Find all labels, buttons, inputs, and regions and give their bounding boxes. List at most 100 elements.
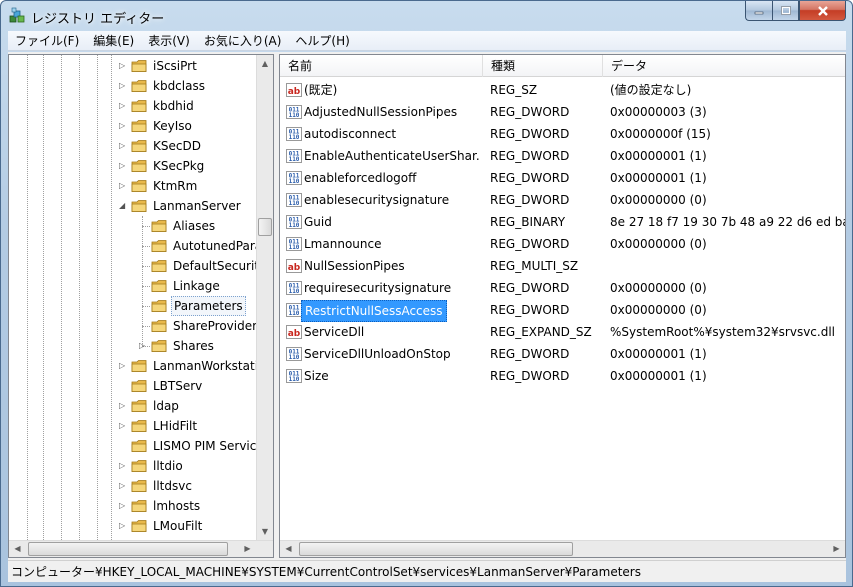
expand-arrow-icon[interactable]: ▷ [119,462,127,470]
tree-item-label: LISMO PIM Service [153,439,264,453]
tree-item-label: kbdclass [153,79,205,93]
expand-arrow-icon[interactable]: ▷ [119,502,127,510]
list-item[interactable]: 011 110 EnableAuthenticateUserShar... REG_D… [280,145,845,167]
tree-item[interactable]: ▷ lmhosts [9,496,269,516]
scroll-left-arrow-icon[interactable]: ◀ [280,541,297,557]
expand-arrow-icon[interactable]: ▷ [119,102,127,110]
scroll-left-arrow-icon[interactable]: ◀ [9,541,26,557]
list-item[interactable]: 011 110 enablesecuritysignature REG_DWORD 0x… [280,189,845,211]
tree-item[interactable]: LISMO PIM Service [9,436,269,456]
tree-item[interactable]: ▷ KeyIso [9,116,269,136]
expand-arrow-icon[interactable]: ▷ [119,82,127,90]
value-name: Guid [304,215,332,229]
list-item[interactable]: ab ServiceDll REG_EXPAND_SZ %SystemRoot%¥sy… [280,321,845,343]
minimize-button[interactable] [745,1,772,21]
tree-item[interactable]: ▷ kbdhid [9,96,269,116]
menu-edit[interactable]: 編集(E) [86,31,141,51]
tree-item[interactable]: ▷ kbdclass [9,76,269,96]
tree-item[interactable]: DefaultSecurity [9,256,269,276]
svg-text:ab: ab [288,263,301,273]
menu-help[interactable]: ヘルプ(H) [288,31,356,51]
value-data: 0x00000000 (0) [610,237,707,251]
value-data: 0x00000001 (1) [610,149,707,163]
expand-arrow-icon[interactable]: ▷ [119,522,127,530]
expand-arrow-icon[interactable]: ▷ [119,422,127,430]
tree-item[interactable]: Aliases [9,216,269,236]
menu-view[interactable]: 表示(V) [141,31,197,51]
column-header-name[interactable]: 名前 [280,55,483,77]
tree-item[interactable]: ▷ lltdio [9,456,269,476]
column-header-data[interactable]: データ [603,55,845,77]
tree-item[interactable]: ◢ LanmanServer [9,196,269,216]
expand-arrow-icon[interactable]: ▷ [119,362,127,370]
value-type: REG_BINARY [490,215,566,229]
tree-item-label: iScsiPrt [153,59,197,73]
menu-favorites[interactable]: お気に入り(A) [197,31,289,51]
tree-item[interactable]: ▷ KSecDD [9,136,269,156]
column-header-type[interactable]: 種類 [483,55,603,77]
list-item[interactable]: 011 110 Guid REG_BINARY 8e 27 18 f7 19 30 7b… [280,211,845,233]
collapse-arrow-icon[interactable]: ◢ [119,202,127,210]
expand-arrow-icon[interactable]: ▷ [119,142,127,150]
list-hscroll-thumb[interactable] [299,542,573,556]
tree-item[interactable]: ShareProviders [9,316,269,336]
registry-tree[interactable]: ▷ iScsiPrt ▷ kbdclass ▷ kbdhid ▷ KeyIso ▷ KSecDD ▷… [8,54,274,558]
tree-scroll-thumb[interactable] [258,218,272,236]
list-item[interactable]: 011 110 Size REG_DWORD 0x00000001 (1) [280,365,845,387]
tree-item[interactable]: ▷ LHidFilt [9,416,269,436]
tree-item[interactable]: ▷ Shares [9,336,269,356]
list-item[interactable]: ab NullSessionPipes REG_MULTI_SZ [280,255,845,277]
tree-item[interactable]: LBTServ [9,376,269,396]
value-list[interactable]: 名前 種類 データ ab (既定) REG_SZ (値の設定なし) 011 110 Adju… [279,54,846,558]
expand-arrow-icon[interactable]: ▷ [119,482,127,490]
tree-item[interactable]: Linkage [9,276,269,296]
list-horizontal-scrollbar[interactable]: ◀ ▶ [280,540,845,557]
expand-arrow-icon[interactable]: ▷ [139,342,147,350]
expand-arrow-icon[interactable]: ▷ [119,162,127,170]
binary-value-icon: 011110 [286,347,302,361]
value-name: Size [304,369,329,383]
binary-value-icon: 011110 [286,215,302,229]
expand-arrow-icon[interactable]: ▷ [119,182,127,190]
tree-item-label: KSecDD [153,139,201,153]
list-item[interactable]: 011 110 Lmannounce REG_DWORD 0x00000000 (0) [280,233,845,255]
title-bar[interactable]: レジストリ エディター [1,1,852,31]
expand-arrow-icon[interactable]: ▷ [119,402,127,410]
tree-item[interactable]: ▷ KSecPkg [9,156,269,176]
expand-arrow-icon[interactable]: ▷ [119,122,127,130]
scroll-up-arrow-icon[interactable]: ▲ [257,55,273,72]
tree-item[interactable]: ▷ iScsiPrt [9,56,269,76]
tree-horizontal-scrollbar[interactable]: ◀ ▶ [9,540,273,557]
maximize-button[interactable] [772,1,799,21]
list-item[interactable]: 011 110 enableforcedlogoff REG_DWORD 0x00000… [280,167,845,189]
list-item[interactable]: 011 110 autodisconnect REG_DWORD 0x0000000f … [280,123,845,145]
tree-item[interactable]: ▷ LanmanWorkstation [9,356,273,376]
list-item[interactable]: ab (既定) REG_SZ (値の設定なし) [280,79,845,101]
folder-icon [131,120,147,132]
tree-item[interactable]: AutotunedParameters [9,236,273,256]
expand-arrow-icon[interactable]: ▷ [119,62,127,70]
folder-icon [131,180,147,192]
tree-item-label: KeyIso [153,119,192,133]
scroll-right-arrow-icon[interactable]: ▶ [239,541,256,557]
tree-vertical-scrollbar[interactable]: ▲ ▼ [256,55,273,540]
tree-item[interactable]: ▷ LMouFilt [9,516,269,536]
value-type: REG_SZ [490,83,538,97]
folder-icon [151,340,167,352]
tree-item-label: Linkage [173,279,220,293]
tree-item[interactable]: ▷ lltdsvc [9,476,269,496]
scroll-right-arrow-icon[interactable]: ▶ [828,541,845,557]
tree-item[interactable]: ▷ KtmRm [9,176,269,196]
close-button[interactable] [799,1,846,21]
list-item[interactable]: 011 110 AdjustedNullSessionPipes REG_DWORD 0… [280,101,845,123]
scroll-down-arrow-icon[interactable]: ▼ [257,523,273,540]
list-item[interactable]: 011 110 requiresecuritysignature REG_DWORD 0… [280,277,845,299]
list-item[interactable]: 011 110 RestrictNullSessAccess REG_DWORD 0x0… [280,299,845,322]
folder-icon [131,100,147,112]
tree-item[interactable]: ▷ ldap [9,396,269,416]
tree-item[interactable]: Parameters [9,296,269,316]
tree-hscroll-thumb[interactable] [28,542,228,556]
list-item[interactable]: 011 110 ServiceDllUnloadOnStop REG_DWORD 0x0… [280,343,845,365]
value-name: ServiceDllUnloadOnStop [304,347,451,361]
menu-file[interactable]: ファイル(F) [8,31,86,51]
